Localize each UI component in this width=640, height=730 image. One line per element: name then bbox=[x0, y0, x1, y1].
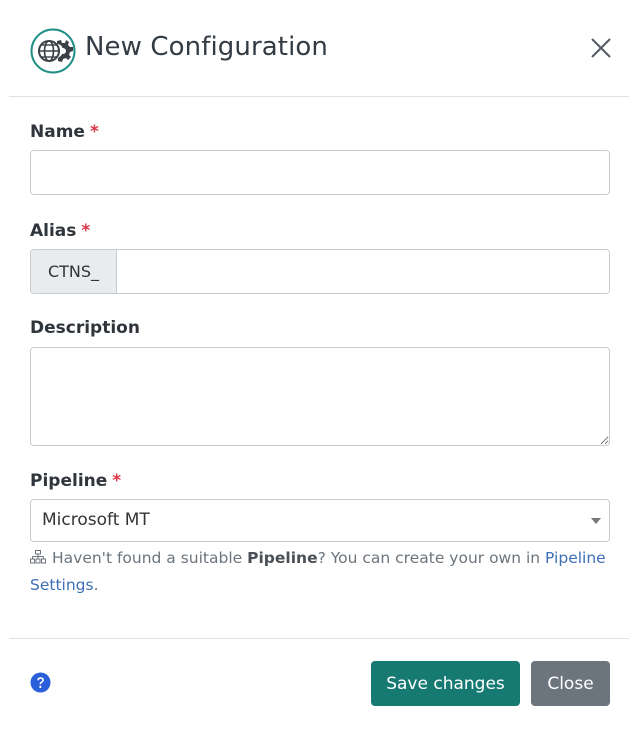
name-input[interactable] bbox=[30, 150, 610, 195]
pipeline-selected-value: Microsoft MT bbox=[42, 510, 150, 530]
description-label: Description bbox=[30, 318, 140, 338]
hint-text-prefix: Haven't found a suitable bbox=[52, 549, 248, 567]
alias-required-mark: * bbox=[81, 221, 91, 241]
footer-divider bbox=[9, 638, 629, 639]
close-icon[interactable] bbox=[589, 36, 613, 60]
globe-gear-icon bbox=[30, 28, 76, 74]
hint-text-end: . bbox=[93, 576, 99, 594]
new-configuration-modal: New Configuration Name * Alias * CTNS_ Des… bbox=[9, 0, 629, 730]
caret-down-icon bbox=[591, 518, 601, 524]
question-circle-icon[interactable] bbox=[30, 672, 51, 693]
alias-input[interactable] bbox=[118, 250, 609, 293]
hint-bold: Pipeline bbox=[247, 549, 318, 567]
pipeline-label: Pipeline * bbox=[30, 471, 121, 491]
name-required-mark: * bbox=[89, 122, 99, 142]
close-button[interactable]: Close bbox=[531, 661, 610, 706]
alias-input-group: CTNS_ bbox=[30, 249, 610, 294]
pipeline-select[interactable]: Microsoft MT bbox=[30, 499, 610, 542]
hint-text-mid: ? You can create your own in bbox=[317, 549, 546, 567]
name-label: Name * bbox=[30, 122, 99, 142]
pipeline-required-mark: * bbox=[112, 471, 122, 491]
pipeline-label-text: Pipeline bbox=[30, 471, 108, 491]
save-changes-button[interactable]: Save changes bbox=[371, 661, 520, 706]
modal-title: New Configuration bbox=[85, 32, 328, 62]
modal-header: New Configuration bbox=[9, 0, 629, 97]
sitemap-icon bbox=[30, 550, 46, 564]
pipeline-hint: Haven't found a suitable Pipeline? You c… bbox=[30, 545, 610, 599]
alias-label-text: Alias bbox=[30, 221, 77, 241]
alias-label: Alias * bbox=[30, 221, 90, 241]
alias-prefix: CTNS_ bbox=[31, 250, 117, 293]
name-label-text: Name bbox=[30, 122, 85, 142]
description-textarea[interactable] bbox=[30, 347, 610, 446]
